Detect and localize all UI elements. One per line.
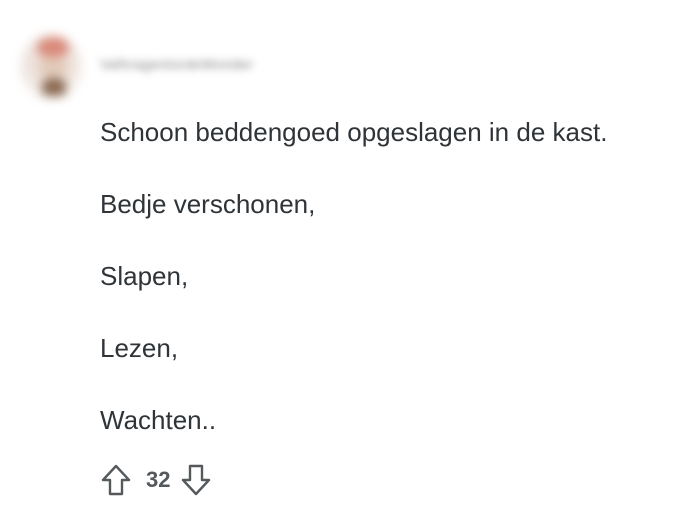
arrow-up-outline-icon (101, 464, 131, 496)
avatar-body-shape (42, 78, 66, 96)
username[interactable]: ValhragentordeWonder (100, 56, 253, 72)
comment-line-2: Bedje verschonen, (100, 189, 316, 219)
comment-line-5: Wachten.. (100, 405, 217, 435)
downvote-button[interactable] (178, 462, 214, 498)
arrow-down-outline-icon (182, 464, 211, 496)
comment-line-3: Slapen, (100, 261, 189, 291)
avatar-face-shape (39, 58, 67, 76)
upvote-button[interactable] (98, 462, 134, 498)
comment-line-1: Schoon beddengoed opgeslagen in de kast. (100, 117, 608, 147)
vote-bar: 32 (98, 460, 214, 500)
comment-line-4: Lezen, (100, 333, 179, 363)
avatar-cap-shape (37, 37, 69, 57)
avatar[interactable] (20, 34, 82, 100)
comment-card: ValhragentordeWonder Schoon beddengoed o… (0, 0, 688, 531)
vote-count: 32 (146, 467, 171, 492)
